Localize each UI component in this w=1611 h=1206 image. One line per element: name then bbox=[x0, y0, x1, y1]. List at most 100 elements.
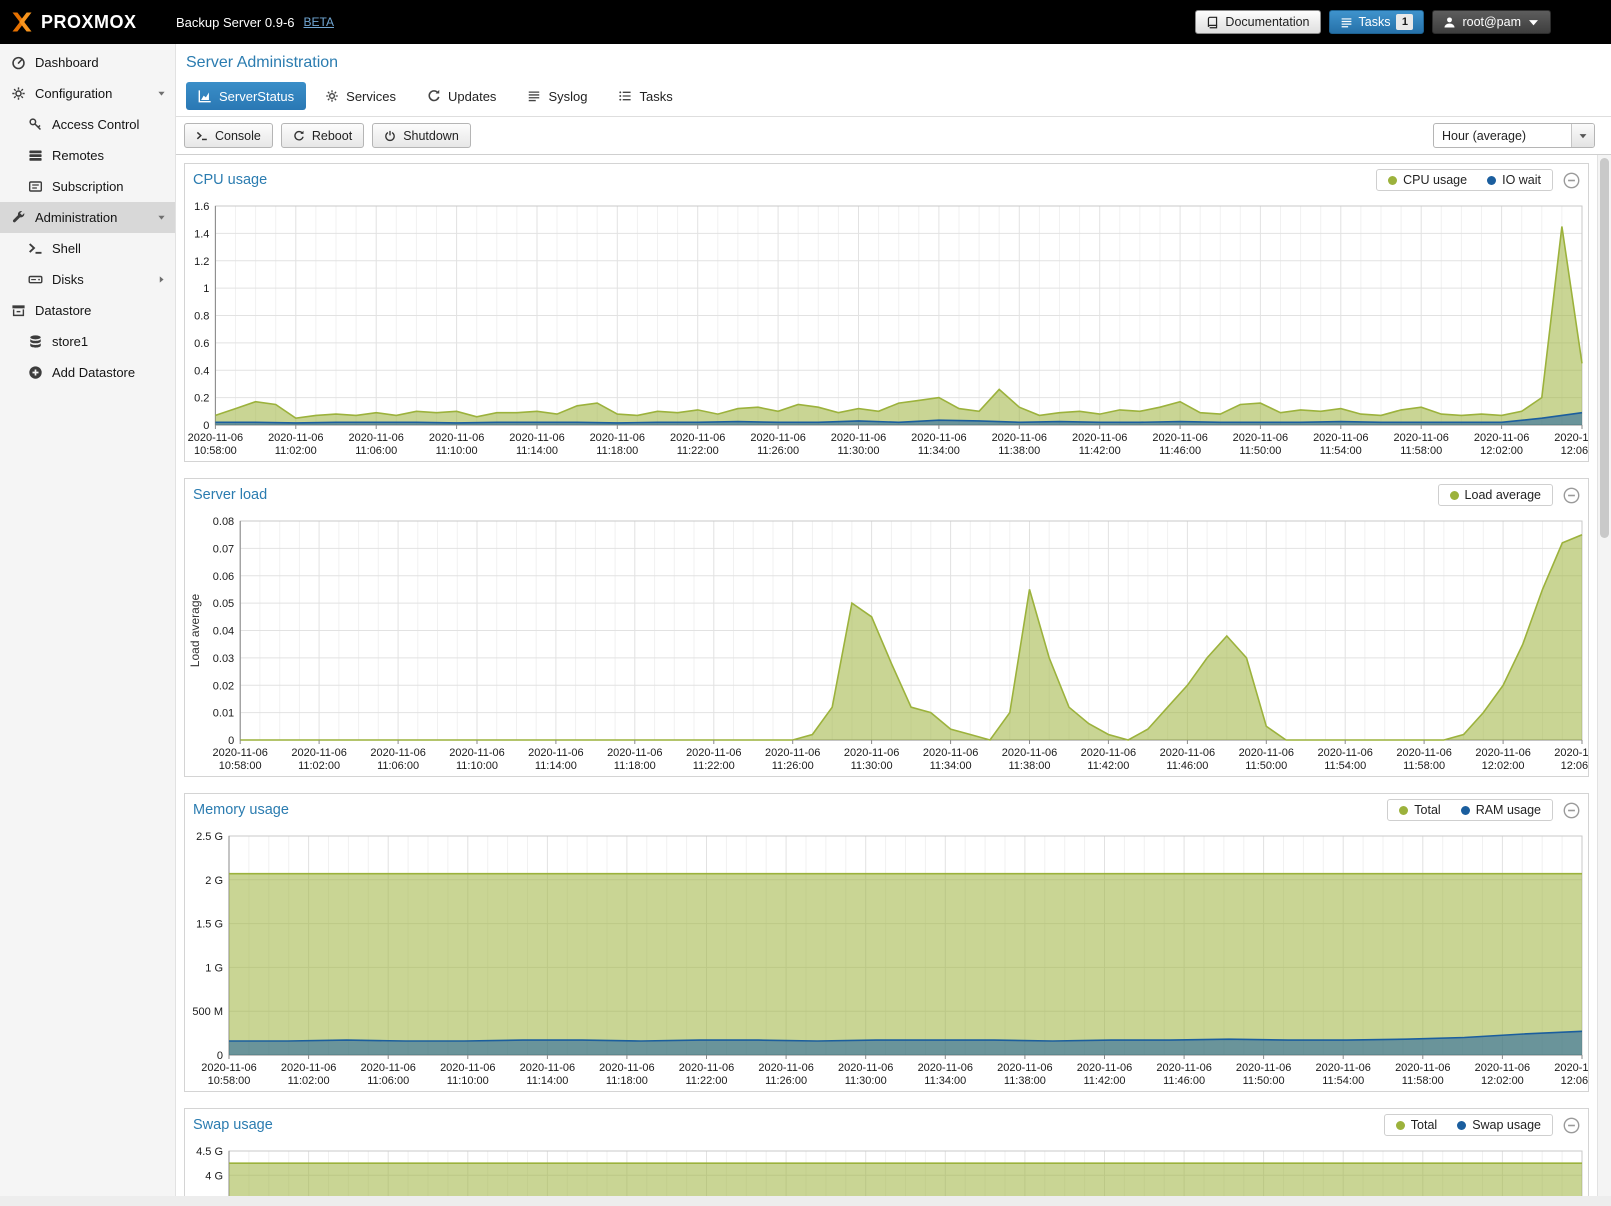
svg-text:0.08: 0.08 bbox=[213, 516, 234, 528]
legend-item-load-average[interactable]: Load average bbox=[1450, 488, 1541, 502]
legend-item-swap-usage[interactable]: Swap usage bbox=[1457, 1118, 1541, 1132]
svg-text:11:34:00: 11:34:00 bbox=[930, 760, 972, 772]
tasks-button[interactable]: Tasks 1 bbox=[1329, 10, 1425, 34]
svg-text:11:46:00: 11:46:00 bbox=[1163, 1075, 1205, 1087]
caret-right-icon bbox=[156, 274, 167, 285]
svg-text:0.05: 0.05 bbox=[213, 598, 234, 610]
shutdown-button[interactable]: Shutdown bbox=[372, 123, 471, 148]
sidebar-item-store1[interactable]: store1 bbox=[0, 326, 175, 357]
database-icon bbox=[28, 334, 43, 349]
svg-text:2020-11-06: 2020-11-06 bbox=[1002, 747, 1057, 759]
svg-text:2020-11-06: 2020-11-06 bbox=[509, 432, 564, 444]
svg-text:0.2: 0.2 bbox=[194, 393, 209, 405]
svg-text:2020-11-06: 2020-11-06 bbox=[449, 747, 504, 759]
svg-text:11:46:00: 11:46:00 bbox=[1159, 445, 1201, 457]
svg-text:2020-11-06: 2020-11-06 bbox=[844, 747, 899, 759]
svg-text:2020-11-06: 2020-11-06 bbox=[1475, 1062, 1530, 1074]
minus-circle-icon[interactable] bbox=[1563, 487, 1580, 504]
svg-text:11:06:00: 11:06:00 bbox=[355, 445, 397, 457]
beta-link[interactable]: BETA bbox=[304, 15, 334, 29]
key-icon bbox=[28, 117, 43, 132]
chart-icon bbox=[198, 89, 212, 103]
horizontal-scrollbar[interactable] bbox=[0, 1196, 1611, 1206]
console-button[interactable]: Console bbox=[184, 123, 273, 148]
vertical-scrollbar[interactable] bbox=[1597, 155, 1611, 1206]
tab-label: Updates bbox=[448, 89, 496, 104]
svg-text:2 G: 2 G bbox=[205, 875, 223, 887]
legend-item-io-wait[interactable]: IO wait bbox=[1487, 173, 1541, 187]
minus-circle-icon[interactable] bbox=[1563, 172, 1580, 189]
chart-legend: Total Swap usage bbox=[1384, 1114, 1553, 1136]
panels-region: CPU usageCPU usageIO wait00.20.40.60.811… bbox=[176, 155, 1611, 1206]
sidebar-item-label: Disks bbox=[52, 272, 84, 287]
timeframe-value: Hour (average) bbox=[1434, 124, 1571, 147]
user-menu-button[interactable]: root@pam bbox=[1432, 10, 1551, 34]
svg-text:2020-11-06: 2020-11-06 bbox=[1554, 1062, 1588, 1074]
sidebar-item-configuration[interactable]: Configuration bbox=[0, 78, 175, 109]
refresh-icon bbox=[427, 89, 441, 103]
svg-text:2020-11-06: 2020-11-06 bbox=[1475, 747, 1530, 759]
legend-label: Total bbox=[1414, 803, 1440, 817]
legend-item-cpu-usage[interactable]: CPU usage bbox=[1388, 173, 1467, 187]
svg-text:12:02:00: 12:02:00 bbox=[1480, 445, 1523, 457]
sidebar-item-subscription[interactable]: Subscription bbox=[0, 171, 175, 202]
tab-updates[interactable]: Updates bbox=[415, 82, 508, 110]
svg-text:0.4: 0.4 bbox=[194, 365, 209, 377]
sidebar-item-dashboard[interactable]: Dashboard bbox=[0, 47, 175, 78]
shutdown-label: Shutdown bbox=[403, 129, 459, 143]
svg-text:11:54:00: 11:54:00 bbox=[1322, 1075, 1364, 1087]
sidebar-item-remotes[interactable]: Remotes bbox=[0, 140, 175, 171]
timeframe-select[interactable]: Hour (average) bbox=[1433, 123, 1595, 148]
reboot-button[interactable]: Reboot bbox=[281, 123, 364, 148]
svg-text:11:54:00: 11:54:00 bbox=[1324, 760, 1366, 772]
svg-text:2020-11-06: 2020-11-06 bbox=[212, 747, 267, 759]
svg-text:0.02: 0.02 bbox=[213, 680, 234, 692]
chevron-down-icon bbox=[1578, 131, 1588, 141]
svg-text:11:14:00: 11:14:00 bbox=[516, 445, 558, 457]
legend-item-total[interactable]: Total bbox=[1399, 803, 1440, 817]
combo-trigger-button[interactable] bbox=[1571, 124, 1594, 147]
svg-text:11:54:00: 11:54:00 bbox=[1320, 445, 1362, 457]
svg-text:2020-11-06: 2020-11-06 bbox=[750, 432, 805, 444]
sidebar-item-shell[interactable]: Shell bbox=[0, 233, 175, 264]
svg-text:10:58:00: 10:58:00 bbox=[208, 1075, 251, 1087]
sidebar-item-disks[interactable]: Disks bbox=[0, 264, 175, 295]
tab-syslog[interactable]: Syslog bbox=[515, 82, 599, 110]
svg-text:11:26:00: 11:26:00 bbox=[772, 760, 814, 772]
panel-memory: Memory usageTotalRAM usage0500 M1 G1.5 G… bbox=[184, 793, 1589, 1092]
minus-circle-icon[interactable] bbox=[1563, 802, 1580, 819]
svg-text:2020-11-06: 2020-11-06 bbox=[1554, 432, 1588, 444]
sidebar-item-access-control[interactable]: Access Control bbox=[0, 109, 175, 140]
sidebar-item-datastore[interactable]: Datastore bbox=[0, 295, 175, 326]
svg-text:11:34:00: 11:34:00 bbox=[918, 445, 960, 457]
brand-name: PROXMOX bbox=[41, 12, 137, 33]
svg-text:0.04: 0.04 bbox=[213, 626, 234, 638]
svg-text:12:06:00: 12:06:00 bbox=[1561, 1075, 1588, 1087]
documentation-button[interactable]: Documentation bbox=[1195, 10, 1320, 34]
legend-label: RAM usage bbox=[1476, 803, 1541, 817]
svg-text:11:58:00: 11:58:00 bbox=[1400, 445, 1442, 457]
sidebar-item-administration[interactable]: Administration bbox=[0, 202, 175, 233]
header-actions: Documentation Tasks 1 root@pam bbox=[1195, 10, 1551, 34]
svg-text:2020-11-06: 2020-11-06 bbox=[992, 432, 1047, 444]
legend-item-ram-usage[interactable]: RAM usage bbox=[1461, 803, 1541, 817]
chart-legend: Load average bbox=[1438, 484, 1553, 506]
panel-title: Swap usage bbox=[193, 1117, 273, 1133]
documentation-label: Documentation bbox=[1225, 15, 1309, 29]
ticket-icon bbox=[28, 179, 43, 194]
chevron-down-icon bbox=[1527, 16, 1540, 29]
sidebar-item-add-datastore[interactable]: Add Datastore bbox=[0, 357, 175, 388]
tab-tasks[interactable]: Tasks bbox=[606, 82, 684, 110]
scrollbar-thumb[interactable] bbox=[1600, 158, 1609, 538]
chart-cpu: 00.20.40.60.811.21.41.62020-11-0610:58:0… bbox=[185, 196, 1588, 461]
legend-item-total[interactable]: Total bbox=[1396, 1118, 1437, 1132]
tab-serverstatus[interactable]: ServerStatus bbox=[186, 82, 306, 110]
tab-services[interactable]: Services bbox=[313, 82, 408, 110]
svg-text:11:50:00: 11:50:00 bbox=[1243, 1075, 1285, 1087]
svg-text:11:02:00: 11:02:00 bbox=[275, 445, 317, 457]
minus-circle-icon[interactable] bbox=[1563, 1117, 1580, 1134]
svg-text:Load average: Load average bbox=[188, 593, 202, 667]
svg-text:0.07: 0.07 bbox=[213, 543, 234, 555]
tasklist-icon bbox=[618, 89, 632, 103]
svg-text:2020-11-06: 2020-11-06 bbox=[1077, 1062, 1132, 1074]
